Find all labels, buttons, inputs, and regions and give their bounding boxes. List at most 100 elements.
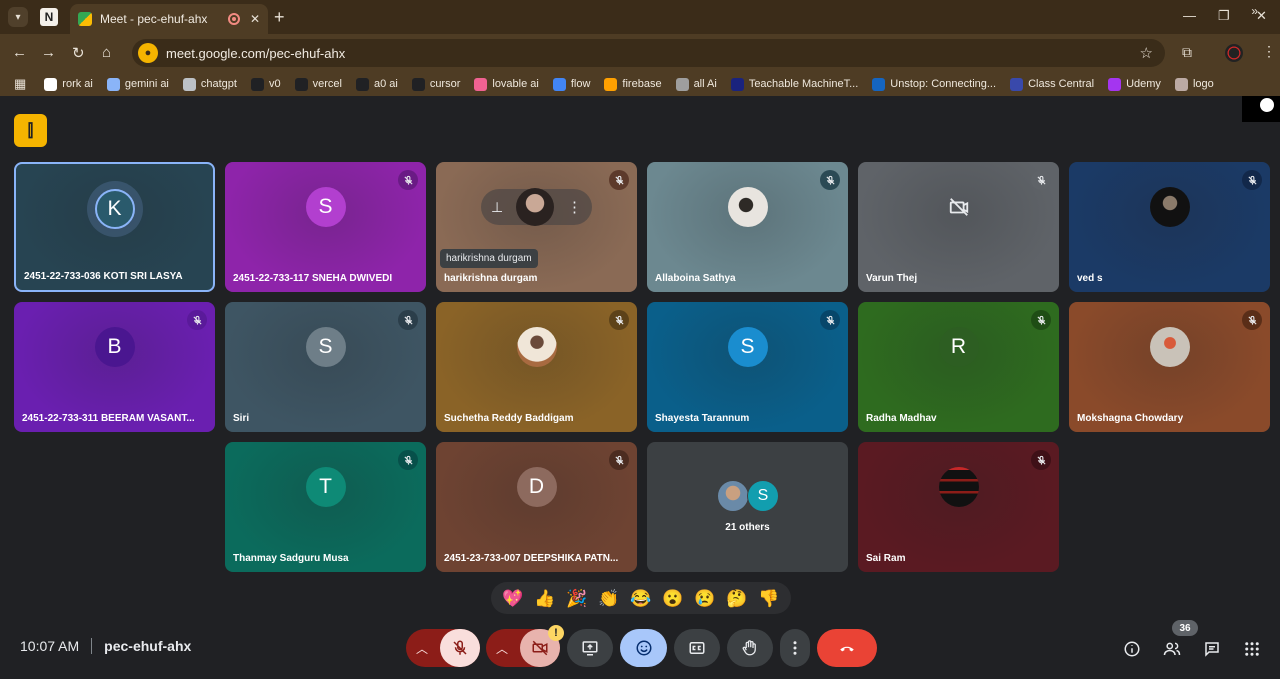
emoji-button[interactable] [620,629,667,667]
forward-icon[interactable]: → [41,44,56,61]
pinned-tab-notion[interactable]: N [40,8,58,26]
home-icon[interactable]: ⌂ [102,44,111,61]
participant-tile[interactable]: R Radha Madhav [858,302,1059,432]
mic-off-icon [453,640,467,655]
omnibox[interactable]: ● meet.google.com/pec-ehuf-ahx ☆ [132,39,1165,67]
meet-favicon-icon [78,12,92,26]
bookmark-item[interactable]: a0 ai [355,77,398,91]
captions-button[interactable] [674,629,720,667]
participant-tile[interactable]: D 2451-23-733-007 DEEPSHIKA PATN... [436,442,637,572]
muted-mic-icon [609,450,629,470]
divider [91,638,93,654]
reload-icon[interactable]: ↻ [72,44,85,62]
profile-avatar[interactable] [1225,44,1243,62]
bookmark-item[interactable]: flow [552,77,590,91]
participant-tile[interactable]: Sai Ram [858,442,1059,572]
bookmark-item[interactable]: v0 [250,77,281,91]
bookmark-star-icon[interactable]: ☆ [1140,44,1153,62]
browser-menu-icon[interactable]: ⋮ [1262,43,1276,60]
participant-tile[interactable]: S 2451-22-733-117 SNEHA DWIVEDI [225,162,426,292]
bookmark-item[interactable]: gemini ai [106,77,169,91]
end-call-button[interactable] [817,629,877,667]
meeting-info-button[interactable] [1122,639,1142,659]
chat-button[interactable] [1202,639,1222,659]
raise-hand-button[interactable] [727,629,773,667]
bookmark-item[interactable]: cursor [411,77,460,91]
reaction-emoji-button[interactable]: 😢 [694,590,715,607]
bookmark-item[interactable]: logo [1174,77,1214,91]
audio-settings-chevron-icon[interactable]: ︿ [416,640,428,657]
reaction-emoji-button[interactable]: 😂 [630,590,651,607]
reaction-emoji-button[interactable]: 😮 [662,590,683,607]
bookmark-favicon-icon [1108,77,1122,91]
participant-tile[interactable]: T Thanmay Sadguru Musa [225,442,426,572]
activities-button[interactable] [1242,639,1262,659]
reaction-emoji-button[interactable]: 👎 [758,590,779,607]
back-icon[interactable]: ← [12,44,27,61]
others-label: 21 others [725,522,770,533]
extensions-icon[interactable]: ⧉ [1182,44,1192,61]
participant-tile[interactable]: ved s [1069,162,1270,292]
bookmark-item[interactable]: vercel [294,77,342,91]
bookmark-item[interactable]: Unstop: Connecting... [872,77,996,91]
bookmark-item[interactable]: chatgpt [182,77,237,91]
participant-tile[interactable]: S Siri [225,302,426,432]
minimize-icon[interactable]: — [1183,8,1196,23]
apps-grid-icon[interactable]: ▦ [14,76,26,92]
participant-tile[interactable]: Allaboina Sathya [647,162,848,292]
bookmark-item[interactable]: Class Central [1010,77,1094,91]
bookmark-favicon-icon [250,77,264,91]
participant-tile[interactable]: ⊥ ⋮ harikrishna durgam [436,162,637,292]
bookmark-item[interactable]: Teachable MachineT... [730,77,858,91]
bookmark-favicon-icon [474,77,488,91]
mic-in-use-icon[interactable]: ● [138,43,158,63]
captions-icon [689,642,705,654]
name-tooltip: harikrishna durgam [440,249,538,268]
video-settings-chevron-icon[interactable]: ︿ [496,640,508,657]
participant-tile[interactable]: S Shayesta Tarannum [647,302,848,432]
companion-toggle[interactable] [1242,96,1280,122]
bookmark-item[interactable]: rork ai [44,77,93,91]
participant-name: Radha Madhav [866,413,937,424]
muted-mic-icon [1031,310,1051,330]
tile-more-icon[interactable]: ⋮ [567,198,582,216]
bookmark-favicon-icon [182,77,196,91]
url-text[interactable]: meet.google.com/pec-ehuf-ahx [166,46,345,61]
present-button[interactable] [567,629,613,667]
bookmark-item[interactable]: Udemy [1108,77,1161,91]
mic-toggle-button[interactable] [440,629,480,667]
participant-tile[interactable]: B 2451-22-733-311 BEERAM VASANT... [14,302,215,432]
participant-tile[interactable]: Varun Thej [858,162,1059,292]
reaction-emoji-button[interactable]: 🤔 [726,590,747,607]
meeting-details: 10:07 AM pec-ehuf-ahx [20,638,191,654]
pin-icon[interactable]: ⊥ [491,199,503,216]
bookmark-item[interactable]: lovable ai [474,77,539,91]
more-options-button[interactable] [780,629,810,667]
participant-tile[interactable]: Mokshagna Chowdary [1069,302,1270,432]
maximize-icon[interactable]: ❐ [1218,8,1230,24]
bookmark-item[interactable]: all Ai [675,77,717,91]
bookmark-label: firebase [622,78,662,90]
active-tab[interactable]: Meet - pec-ehuf-ahx ✕ [70,4,268,34]
bookmarks-overflow-icon[interactable]: » [1251,4,1258,18]
bookmark-item[interactable]: firebase [604,77,662,91]
reaction-emoji-button[interactable]: 🎉 [566,590,587,607]
others-tile[interactable]: S 21 others [647,442,848,572]
participant-avatar: S [747,480,779,512]
reaction-emoji-button[interactable]: 👍 [534,590,555,607]
participant-photo [516,327,557,367]
muted-mic-icon [1031,170,1051,190]
tab-close-icon[interactable]: ✕ [250,12,260,26]
participant-tile[interactable]: K 2451-22-733-036 KOTI SRI LASYA [14,162,215,292]
bookmark-label: rork ai [62,78,93,90]
meeting-host-logo[interactable]: ⫿ [14,114,47,147]
reaction-emoji-button[interactable]: 💖 [502,590,523,607]
participant-tile[interactable]: Suchetha Reddy Baddigam [436,302,637,432]
bookmark-label: a0 ai [373,78,398,90]
tab-search-button[interactable]: ▾ [8,7,28,27]
reaction-emoji-button[interactable]: 👏 [598,590,619,607]
new-tab-icon[interactable]: + [274,7,285,28]
people-button[interactable] [1162,639,1182,659]
participant-name: harikrishna durgam [444,273,538,284]
camera-off-icon [532,640,548,656]
